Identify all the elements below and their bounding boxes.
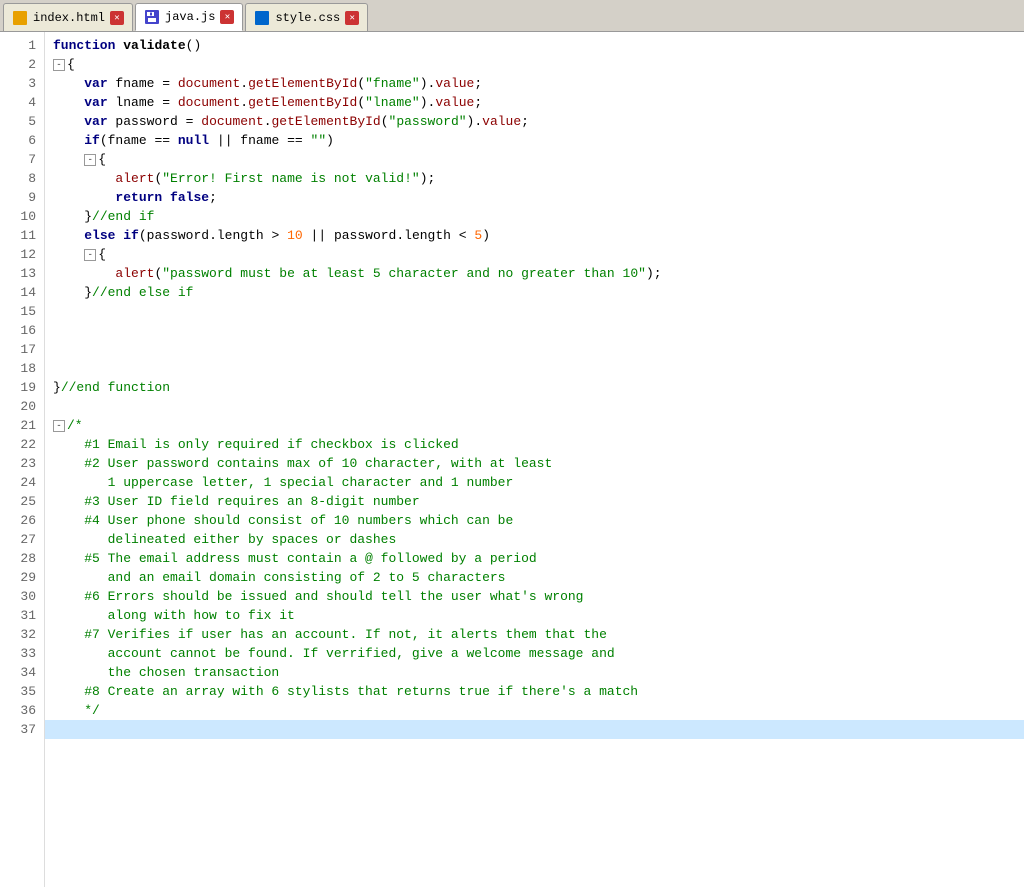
tab-label-style-css: style.css bbox=[275, 11, 340, 25]
fold-btn-12[interactable]: - bbox=[84, 249, 96, 261]
line-num-12: 12 bbox=[0, 245, 44, 264]
code-line-34: the chosen transaction bbox=[45, 663, 1024, 682]
line-num-11: 11 bbox=[0, 226, 44, 245]
line-num-17: 17 bbox=[0, 340, 44, 359]
line-num-10: 10 bbox=[0, 207, 44, 226]
tab-label-index-html: index.html bbox=[33, 11, 105, 25]
code-line-31: along with how to fix it bbox=[45, 606, 1024, 625]
code-line-36: */ bbox=[45, 701, 1024, 720]
line-num-24: 24 bbox=[0, 473, 44, 492]
line-num-21: 21 bbox=[0, 416, 44, 435]
code-line-20 bbox=[45, 397, 1024, 416]
line-num-30: 30 bbox=[0, 587, 44, 606]
code-line-3: var fname = document.getElementById("fna… bbox=[45, 74, 1024, 93]
code-line-2: -{ bbox=[45, 55, 1024, 74]
fold-btn-21[interactable]: - bbox=[53, 420, 65, 432]
tab-close-style-css[interactable]: ✕ bbox=[345, 11, 359, 25]
code-line-18 bbox=[45, 359, 1024, 378]
code-line-25: #3 User ID field requires an 8-digit num… bbox=[45, 492, 1024, 511]
line-num-37: 37 bbox=[0, 720, 44, 739]
line-num-35: 35 bbox=[0, 682, 44, 701]
code-line-22: #1 Email is only required if checkbox is… bbox=[45, 435, 1024, 454]
line-num-27: 27 bbox=[0, 530, 44, 549]
line-num-26: 26 bbox=[0, 511, 44, 530]
code-line-19: }//end function bbox=[45, 378, 1024, 397]
tab-style-css[interactable]: style.css ✕ bbox=[245, 3, 368, 31]
code-line-29: and an email domain consisting of 2 to 5… bbox=[45, 568, 1024, 587]
line-numbers: 1 2 3 4 5 6 7 8 9 10 11 12 13 14 15 16 1… bbox=[0, 32, 45, 887]
code-line-17 bbox=[45, 340, 1024, 359]
tab-close-index-html[interactable]: ✕ bbox=[110, 11, 124, 25]
line-num-32: 32 bbox=[0, 625, 44, 644]
line-num-23: 23 bbox=[0, 454, 44, 473]
code-line-32: #7 Verifies if user has an account. If n… bbox=[45, 625, 1024, 644]
code-line-37 bbox=[45, 720, 1024, 739]
line-num-29: 29 bbox=[0, 568, 44, 587]
line-num-9: 9 bbox=[0, 188, 44, 207]
line-num-22: 22 bbox=[0, 435, 44, 454]
line-num-28: 28 bbox=[0, 549, 44, 568]
code-line-5: var password = document.getElementById("… bbox=[45, 112, 1024, 131]
code-line-26: #4 User phone should consist of 10 numbe… bbox=[45, 511, 1024, 530]
line-num-33: 33 bbox=[0, 644, 44, 663]
js-file-icon-save bbox=[144, 9, 160, 25]
tab-index-html[interactable]: index.html ✕ bbox=[3, 3, 133, 31]
code-line-11: else if(password.length > 10 || password… bbox=[45, 226, 1024, 245]
line-num-25: 25 bbox=[0, 492, 44, 511]
line-num-2: 2 bbox=[0, 55, 44, 74]
line-num-8: 8 bbox=[0, 169, 44, 188]
tab-bar: index.html ✕ java.js ✕ style.css bbox=[0, 0, 1024, 32]
code-line-14: }//end else if bbox=[45, 283, 1024, 302]
line-num-16: 16 bbox=[0, 321, 44, 340]
code-line-35: #8 Create an array with 6 stylists that … bbox=[45, 682, 1024, 701]
code-line-7: -{ bbox=[45, 150, 1024, 169]
code-line-8: alert("Error! First name is not valid!")… bbox=[45, 169, 1024, 188]
code-line-13: alert("password must be at least 5 chara… bbox=[45, 264, 1024, 283]
code-area: 1 2 3 4 5 6 7 8 9 10 11 12 13 14 15 16 1… bbox=[0, 32, 1024, 887]
line-num-31: 31 bbox=[0, 606, 44, 625]
tab-label-java-js: java.js bbox=[165, 10, 215, 24]
tab-close-java-js[interactable]: ✕ bbox=[220, 10, 234, 24]
code-line-15 bbox=[45, 302, 1024, 321]
code-line-12: -{ bbox=[45, 245, 1024, 264]
code-line-16 bbox=[45, 321, 1024, 340]
code-line-23: #2 User password contains max of 10 char… bbox=[45, 454, 1024, 473]
css-file-icon bbox=[254, 10, 270, 26]
line-num-36: 36 bbox=[0, 701, 44, 720]
code-editor[interactable]: function validate() -{ var fname = docum… bbox=[45, 32, 1024, 887]
code-line-33: account cannot be found. If verrified, g… bbox=[45, 644, 1024, 663]
code-line-4: var lname = document.getElementById("lna… bbox=[45, 93, 1024, 112]
line-num-20: 20 bbox=[0, 397, 44, 416]
code-line-24: 1 uppercase letter, 1 special character … bbox=[45, 473, 1024, 492]
fold-btn-2[interactable]: - bbox=[53, 59, 65, 71]
code-line-10: }//end if bbox=[45, 207, 1024, 226]
fold-btn-7[interactable]: - bbox=[84, 154, 96, 166]
line-num-1: 1 bbox=[0, 36, 44, 55]
code-line-28: #5 The email address must contain a @ fo… bbox=[45, 549, 1024, 568]
code-line-1: function validate() bbox=[45, 36, 1024, 55]
code-line-27: delineated either by spaces or dashes bbox=[45, 530, 1024, 549]
line-num-3: 3 bbox=[0, 74, 44, 93]
code-line-30: #6 Errors should be issued and should te… bbox=[45, 587, 1024, 606]
code-line-21: -/* bbox=[45, 416, 1024, 435]
line-num-5: 5 bbox=[0, 112, 44, 131]
line-num-6: 6 bbox=[0, 131, 44, 150]
line-num-13: 13 bbox=[0, 264, 44, 283]
line-num-15: 15 bbox=[0, 302, 44, 321]
line-num-7: 7 bbox=[0, 150, 44, 169]
line-num-4: 4 bbox=[0, 93, 44, 112]
code-line-9: return false; bbox=[45, 188, 1024, 207]
line-num-14: 14 bbox=[0, 283, 44, 302]
line-num-34: 34 bbox=[0, 663, 44, 682]
editor-container: index.html ✕ java.js ✕ style.css bbox=[0, 0, 1024, 887]
line-num-18: 18 bbox=[0, 359, 44, 378]
html-file-icon bbox=[12, 10, 28, 26]
line-num-19: 19 bbox=[0, 378, 44, 397]
code-line-6: if(fname == null || fname == "") bbox=[45, 131, 1024, 150]
tab-java-js[interactable]: java.js ✕ bbox=[135, 3, 243, 31]
